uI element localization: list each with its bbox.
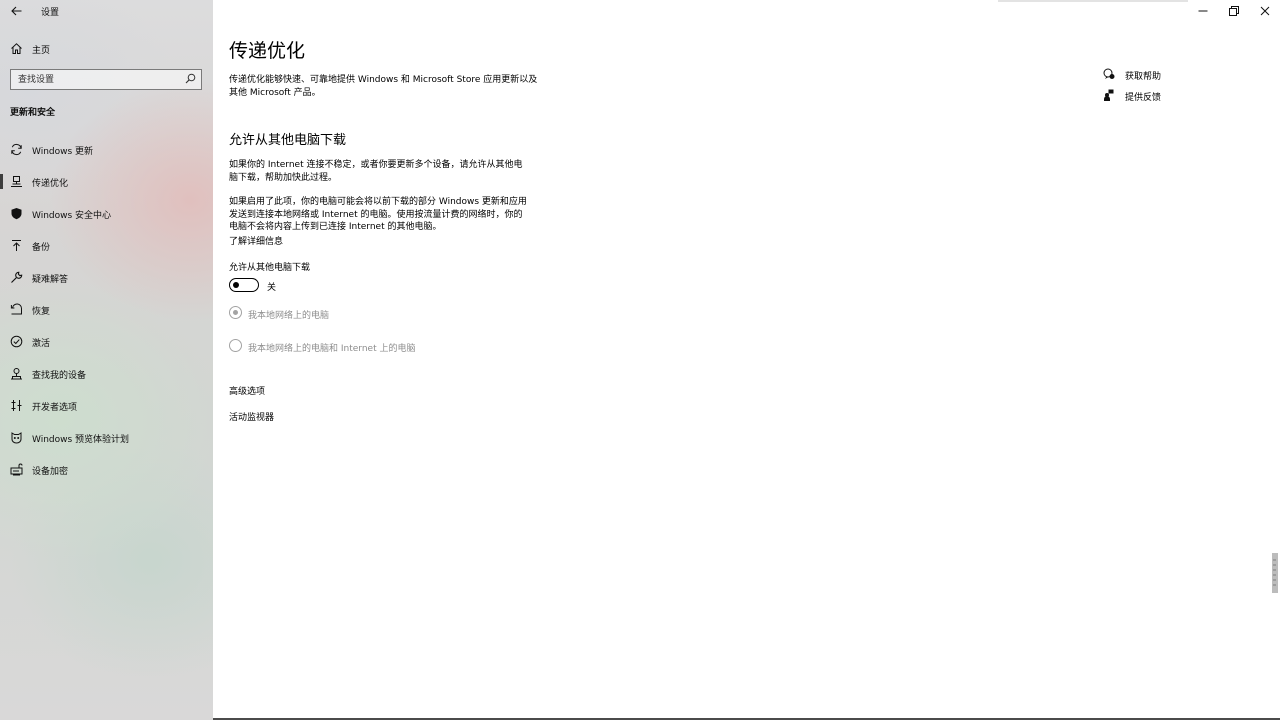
radio-local-and-internet[interactable] bbox=[229, 339, 242, 352]
toggle-label: 允许从其他电脑下载 bbox=[229, 263, 311, 273]
sidebar-item-label: Windows 更新 bbox=[32, 147, 94, 157]
wrench-icon bbox=[10, 271, 23, 284]
sidebar-section-title: 更新和安全 bbox=[10, 108, 56, 118]
top-edge-strip bbox=[998, 0, 1188, 2]
learn-more-link[interactable]: 了解详细信息 bbox=[229, 234, 283, 247]
sidebar-item-find-my-device[interactable]: 查找我的设备 bbox=[0, 358, 213, 390]
sidebar-item-device-encryption[interactable]: 设备加密 bbox=[0, 454, 213, 486]
advanced-options-link[interactable]: 高级选项 bbox=[229, 384, 265, 397]
sidebar-item-label: 激活 bbox=[32, 339, 51, 349]
sync-icon bbox=[10, 143, 23, 156]
sidebar-item-label: 开发者选项 bbox=[32, 403, 78, 413]
section-heading: 允许从其他电脑下载 bbox=[229, 133, 347, 148]
settings-window: 设置 主页 更新和安全 bbox=[0, 0, 1280, 720]
minimize-button[interactable] bbox=[1187, 0, 1218, 22]
info-paragraph-upload: 如果启用了此项，你的电脑可能会将以前下载的部分 Windows 更新和应用发送到… bbox=[229, 197, 527, 232]
minimize-icon bbox=[1198, 10, 1207, 12]
search-input[interactable] bbox=[11, 70, 181, 89]
toggle-state-label: 关 bbox=[267, 283, 277, 293]
activity-monitor-link[interactable]: 活动监视器 bbox=[229, 410, 274, 423]
sidebar-item-label: 疑难解答 bbox=[32, 275, 69, 285]
get-help-label: 获取帮助 bbox=[1125, 72, 1162, 82]
radio-local-and-internet-label[interactable]: 我本地网络上的电脑和 Internet 上的电脑 bbox=[248, 341, 415, 354]
recovery-icon bbox=[10, 303, 23, 316]
sidebar-home[interactable]: 主页 bbox=[0, 38, 213, 60]
sidebar-item-label: 查找我的设备 bbox=[32, 371, 87, 381]
search-box[interactable] bbox=[10, 69, 202, 90]
help-links: 获取帮助 提供反馈 bbox=[1103, 67, 1223, 109]
sidebar-item-label: 传递优化 bbox=[32, 179, 69, 189]
activation-check-icon bbox=[10, 335, 23, 348]
search-icon[interactable] bbox=[185, 73, 197, 85]
get-help-link[interactable]: 获取帮助 bbox=[1103, 67, 1223, 88]
sidebar-item-delivery-optimization[interactable]: 传递优化 bbox=[0, 166, 213, 198]
restore-icon bbox=[1228, 6, 1239, 16]
radio-selected-dot bbox=[232, 309, 238, 315]
insider-icon bbox=[10, 431, 23, 444]
sidebar-item-label: Windows 预览体验计划 bbox=[32, 435, 130, 445]
sidebar-item-label: 恢复 bbox=[32, 307, 51, 317]
sidebar-item-backup[interactable]: 备份 bbox=[0, 230, 213, 262]
back-button[interactable] bbox=[4, 2, 28, 20]
encryption-icon bbox=[10, 463, 23, 476]
close-icon bbox=[1260, 6, 1269, 16]
page-description: 传递优化能够快速、可靠地提供 Windows 和 Microsoft Store… bbox=[229, 75, 538, 98]
find-device-icon bbox=[10, 367, 23, 380]
sidebar-nav: Windows 更新 传递优化 Windows 安全中心 备份 疑难解答 恢复 … bbox=[0, 134, 213, 486]
sidebar-item-label: 备份 bbox=[32, 243, 51, 253]
sidebar-item-label: 设备加密 bbox=[32, 467, 69, 477]
restore-button[interactable] bbox=[1218, 0, 1249, 22]
page-title: 传递优化 bbox=[229, 40, 306, 62]
sidebar-home-label: 主页 bbox=[32, 46, 51, 56]
toggle-knob bbox=[233, 281, 239, 288]
shield-icon bbox=[10, 207, 23, 220]
feedback-person-icon bbox=[1103, 89, 1115, 101]
info-paragraph-connection: 如果你的 Internet 连接不稳定，或者你要更新多个设备，请允许从其他电脑下… bbox=[229, 160, 523, 183]
sidebar-item-label: Windows 安全中心 bbox=[32, 211, 112, 221]
backup-icon bbox=[10, 239, 23, 252]
sidebar-item-recovery[interactable]: 恢复 bbox=[0, 294, 213, 326]
back-arrow-icon bbox=[10, 6, 21, 16]
give-feedback-link[interactable]: 提供反馈 bbox=[1103, 88, 1223, 109]
developer-icon bbox=[10, 399, 23, 412]
sidebar-item-windows-update[interactable]: Windows 更新 bbox=[0, 134, 213, 166]
home-icon bbox=[10, 42, 24, 56]
app-title: 设置 bbox=[41, 8, 60, 18]
radio-local-network-label[interactable]: 我本地网络上的电脑 bbox=[248, 308, 329, 321]
close-button[interactable] bbox=[1249, 0, 1280, 22]
sidebar-item-troubleshoot[interactable]: 疑难解答 bbox=[0, 262, 213, 294]
radio-local-network[interactable] bbox=[229, 306, 242, 319]
scrollbar-thumb[interactable] bbox=[1272, 553, 1278, 593]
sidebar-item-activation[interactable]: 激活 bbox=[0, 326, 213, 358]
sidebar-item-windows-security[interactable]: Windows 安全中心 bbox=[0, 198, 213, 230]
sidebar: 设置 主页 更新和安全 bbox=[0, 0, 213, 720]
give-feedback-label: 提供反馈 bbox=[1125, 93, 1162, 103]
sidebar-item-developer-options[interactable]: 开发者选项 bbox=[0, 390, 213, 422]
window-controls bbox=[1187, 0, 1280, 22]
sidebar-item-windows-insider[interactable]: Windows 预览体验计划 bbox=[0, 422, 213, 454]
main-content: 传递优化 传递优化能够快速、可靠地提供 Windows 和 Microsoft … bbox=[213, 0, 1280, 720]
allow-downloads-toggle[interactable] bbox=[229, 278, 259, 292]
delivery-optimization-icon bbox=[10, 175, 23, 188]
chat-help-icon bbox=[1103, 68, 1115, 80]
